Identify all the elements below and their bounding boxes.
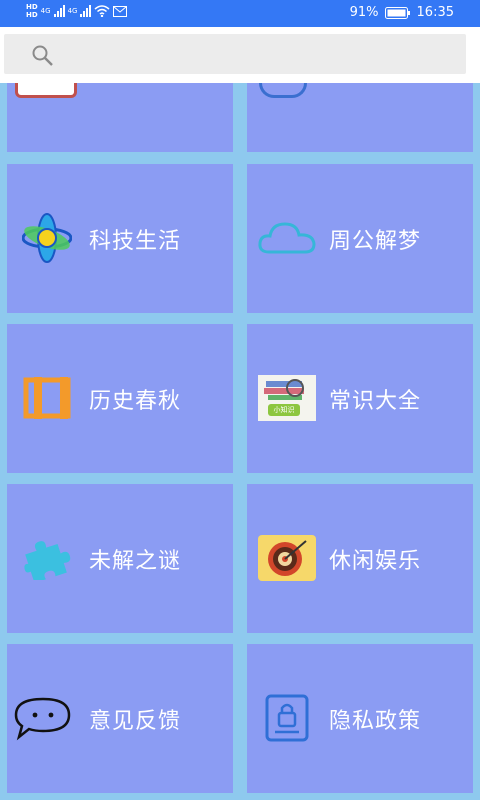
wifi-icon [94,5,110,17]
partial-icon [15,83,77,98]
search-icon [32,45,53,66]
tile-label: 科技生活 [89,228,182,254]
puzzle-icon [15,526,79,590]
tile-label: 意见反馈 [89,708,182,734]
scroll-icon [15,366,79,430]
category-grid: 科技生活 周公解梦 历史春秋 小知识 常识大全 未解之谜 休闲娱乐 意见反馈 隐… [0,83,480,800]
tile-privacy-policy[interactable]: 隐私政策 [247,644,473,793]
tile-label: 休闲娱乐 [329,548,422,574]
signal-icon-2 [80,5,92,17]
cloud-icon [255,206,319,270]
atom-icon [15,206,79,270]
tile-label: 未解之谜 [89,548,182,574]
search-bar [0,27,480,83]
tile-label: 周公解梦 [329,228,422,254]
tile-partial-left[interactable] [7,83,233,152]
tile-feedback[interactable]: 意见反馈 [7,644,233,793]
chat-bubble-icon [11,686,75,750]
battery-percent: 91% [349,5,379,20]
knowledge-badge: 小知识 [268,404,300,416]
tile-tech-life[interactable]: 科技生活 [7,164,233,313]
lock-document-icon [255,686,319,750]
tile-label: 历史春秋 [89,388,182,414]
search-box[interactable] [4,34,466,74]
dartboard-icon [255,526,319,590]
hd-indicator: HD HD [26,3,38,19]
tile-mysteries[interactable]: 未解之谜 [7,484,233,633]
network-type-1: 4G [40,7,51,15]
knowledge-book-icon: 小知识 [255,366,319,430]
signal-icon [53,5,65,17]
clock: 16:35 [416,5,454,20]
tile-label: 常识大全 [329,388,422,414]
tile-dream-interpretation[interactable]: 周公解梦 [247,164,473,313]
partial-icon [259,83,307,98]
status-right: 91% 16:35 [350,5,454,20]
network-type-2: 4G [67,7,78,15]
tile-partial-right[interactable] [247,83,473,152]
tile-label: 隐私政策 [329,708,422,734]
message-icon [113,5,128,17]
battery-icon [384,6,410,19]
search-input[interactable] [56,40,460,70]
tile-entertainment[interactable]: 休闲娱乐 [247,484,473,633]
status-left: HD HD 4G 4G [26,3,128,19]
tile-general-knowledge[interactable]: 小知识 常识大全 [247,324,473,473]
status-bar: HD HD 4G 4G 91% 16:35 [0,0,480,27]
tile-history[interactable]: 历史春秋 [7,324,233,473]
